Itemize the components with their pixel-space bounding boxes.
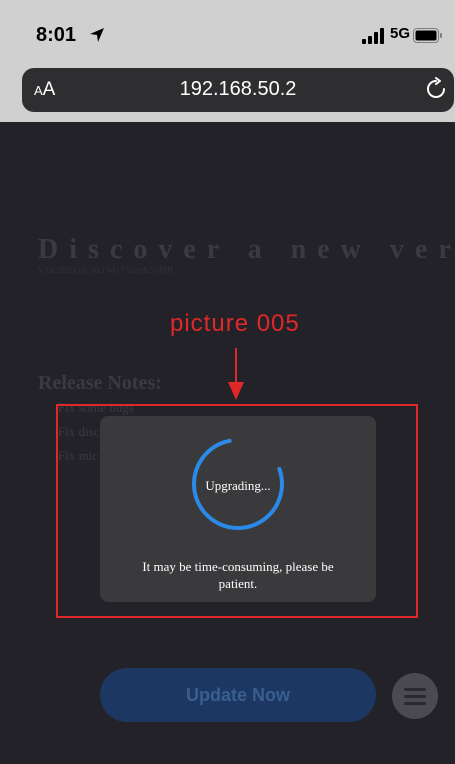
url-text[interactable]: 192.168.50.2 [22,78,454,101]
network-type: 5G [390,25,411,42]
upgrade-status-text: Upgrading... [205,478,271,493]
reload-icon[interactable] [424,77,448,101]
annotation-arrow-icon [228,348,244,400]
battery-icon [413,28,442,43]
location-arrow-icon [90,28,104,42]
upgrade-message: It may be time-consuming, please be pati… [142,559,334,591]
signal-bars-icon [362,28,384,44]
address-bar[interactable]: AA 192.168.50.2 [22,68,454,112]
web-page: Discover a new version VER:2021.06.06.15… [0,122,455,764]
upgrade-modal: Upgrading... It may be time-consuming, p… [100,416,376,602]
browser-toolbar: AA 192.168.50.2 [0,58,455,122]
status-time: 8:01 [36,24,77,46]
release-notes-heading: Release Notes: [38,372,162,394]
version-info: VER:2021.06.06.1543 | Size:6.93MB [38,265,174,275]
update-now-button[interactable]: Update Now [100,668,376,722]
hamburger-menu-icon[interactable] [392,673,438,719]
annotation-label: picture 005 [170,310,300,337]
page-title: Discover a new version [38,234,455,265]
